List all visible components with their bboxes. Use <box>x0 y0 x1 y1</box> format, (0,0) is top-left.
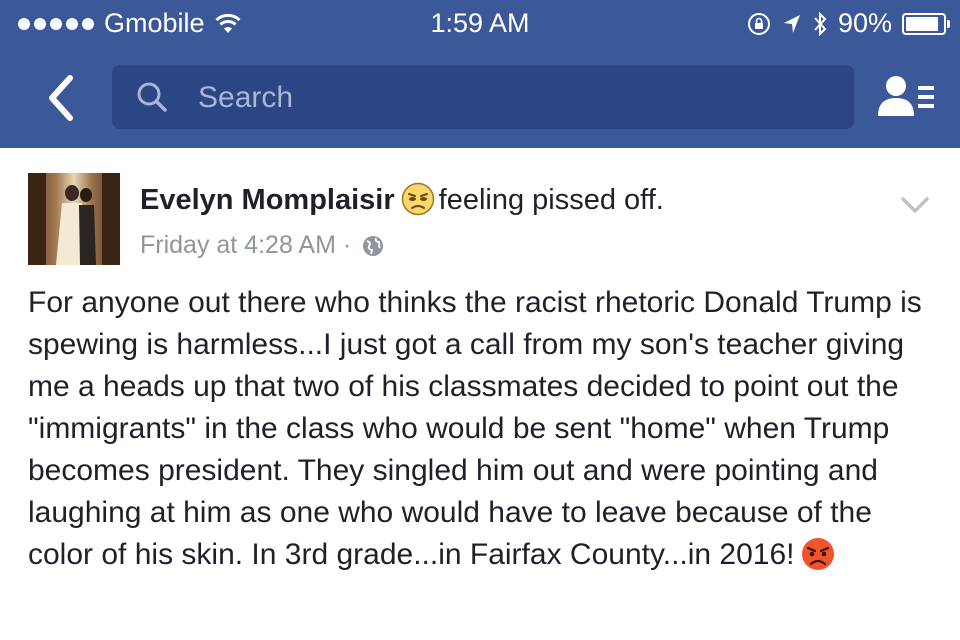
battery-icon <box>902 12 950 35</box>
post-meta: Friday at 4:28 AM · <box>140 231 384 260</box>
search-input[interactable] <box>196 75 820 121</box>
feed-post: Evelyn Momplaisir feeling pissed off. Fr… <box>0 148 960 640</box>
meta-separator: · <box>342 231 352 259</box>
post-timestamp[interactable]: Friday at 4:28 AM <box>140 231 336 259</box>
post-text: For anyone out there who thinks the raci… <box>28 286 922 571</box>
search-icon <box>137 82 167 112</box>
chevron-down-icon[interactable] <box>897 193 933 217</box>
profile-photo <box>28 173 120 265</box>
back-chevron-icon[interactable] <box>40 68 84 128</box>
pissed-off-face-icon <box>401 182 434 216</box>
post-header: Evelyn Momplaisir feeling pissed off. <box>140 182 664 217</box>
globe-icon <box>363 236 384 256</box>
author-name[interactable]: Evelyn Momplaisir <box>140 184 395 216</box>
avatar[interactable] <box>28 173 120 265</box>
bluetooth-icon <box>814 11 827 36</box>
battery-percent: 90% <box>837 8 892 38</box>
status-icons: 90% <box>746 8 950 39</box>
post-body: For anyone out there who thinks the raci… <box>28 282 943 576</box>
status-bar: Gmobile 1:59 AM 90% <box>0 0 960 48</box>
angry-face-icon <box>801 538 834 570</box>
feeling-text: feeling pissed off. <box>438 184 664 216</box>
friend-requests-icon[interactable] <box>876 72 936 124</box>
search-bar[interactable] <box>112 65 854 129</box>
top-navigation-bar <box>0 48 960 148</box>
battery-level <box>906 16 939 31</box>
rotation-lock-icon <box>747 12 770 35</box>
location-icon <box>783 14 800 33</box>
